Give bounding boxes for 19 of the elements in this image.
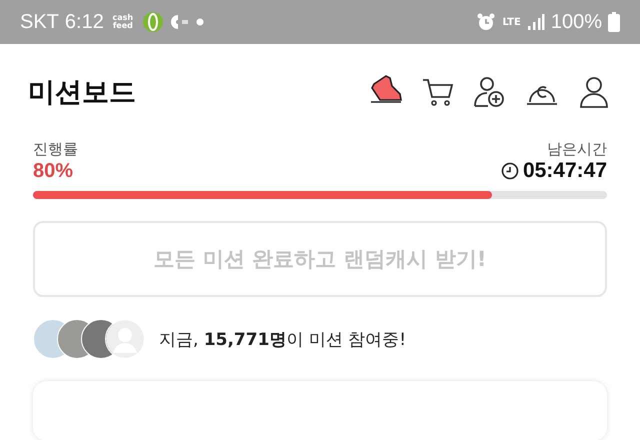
progress-value: 80% <box>33 160 74 182</box>
page-title: 미션보드 <box>28 76 136 110</box>
notification-icon <box>170 14 190 30</box>
signal-icon <box>526 13 545 31</box>
clock-icon <box>500 162 519 180</box>
avatar-silhouette <box>105 319 145 359</box>
dot-icon <box>196 18 204 26</box>
remaining-label: 남은시간 <box>547 140 607 159</box>
remaining-time: 05:47:47 <box>522 159 607 183</box>
clock-text: 6:12 <box>64 10 104 34</box>
alarm-icon <box>476 12 496 32</box>
app-label: cash feed <box>112 14 134 30</box>
network-text: LTE <box>502 16 521 28</box>
progress-label: 진행률 <box>33 140 78 159</box>
ball-icon <box>142 11 164 33</box>
participants-text: 지금, 15,771명이 미션 참여중! <box>159 328 406 350</box>
battery-icon <box>608 12 620 32</box>
battery-text: 100% <box>550 10 602 34</box>
carrier-text: SKT <box>20 10 59 34</box>
